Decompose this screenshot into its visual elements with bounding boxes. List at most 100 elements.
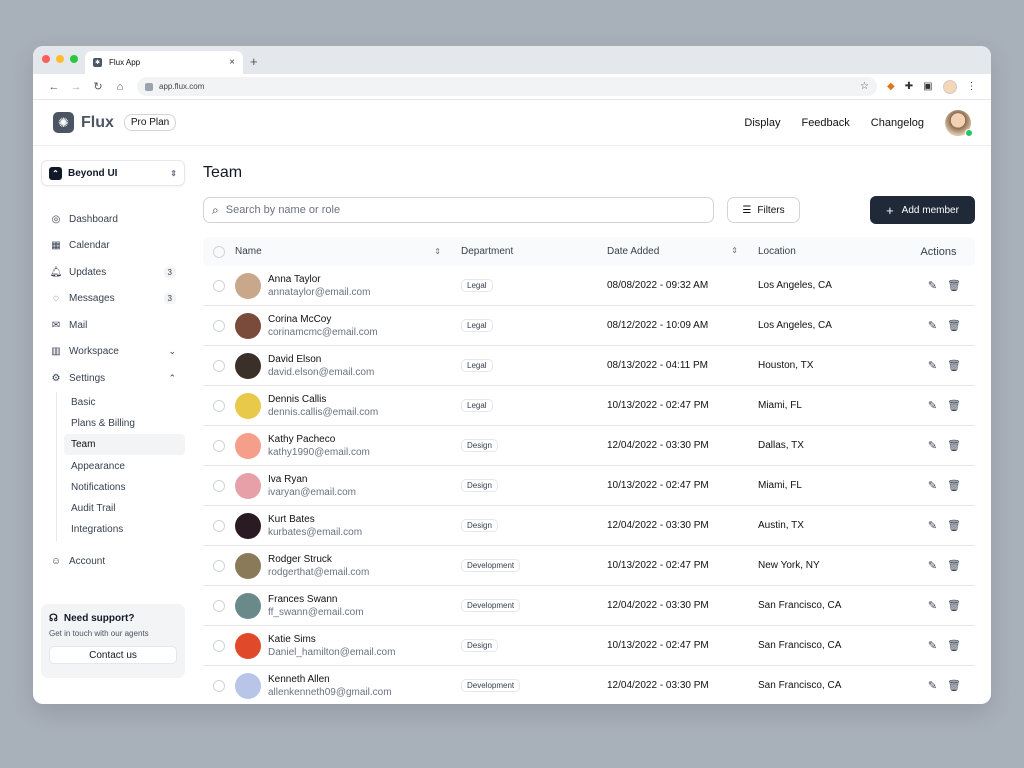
row-checkbox[interactable] <box>213 559 225 572</box>
edit-pencil-icon[interactable]: ✎ <box>928 599 937 612</box>
sidebar-item-mail[interactable]: ✉ Mail <box>41 312 185 339</box>
browser-tab[interactable]: ✱ Flux App × <box>85 51 243 74</box>
column-header-date-added[interactable]: Date Added <box>607 246 659 257</box>
sidepanel-icon[interactable]: ▣ <box>923 81 932 92</box>
delete-trash-icon[interactable]: 🗑︎ <box>947 599 961 612</box>
address-bar[interactable]: app.flux.com ☆ <box>137 77 877 96</box>
column-header-department: Department <box>461 246 514 257</box>
sidebar-item-calendar[interactable]: ▦ Calendar <box>41 233 185 260</box>
table-row[interactable]: Rodger Struck rodgerthat@email.com Devel… <box>203 546 975 586</box>
tab-close-icon[interactable]: × <box>229 57 235 68</box>
delete-trash-icon[interactable]: 🗑︎ <box>947 399 961 412</box>
close-window-button[interactable] <box>42 55 50 63</box>
puzzle-extension-icon[interactable]: ✚ <box>905 81 913 92</box>
edit-pencil-icon[interactable]: ✎ <box>928 399 937 412</box>
date-added: 10/13/2022 - 02:47 PM <box>607 640 709 651</box>
edit-pencil-icon[interactable]: ✎ <box>928 519 937 532</box>
site-info-icon[interactable] <box>145 82 153 91</box>
contact-us-button[interactable]: Contact us <box>49 646 177 664</box>
table-row[interactable]: Kenneth Allen allenkenneth09@gmail.com D… <box>203 666 975 704</box>
nav-feedback[interactable]: Feedback <box>801 117 849 129</box>
back-icon[interactable]: ← <box>43 81 65 93</box>
row-checkbox[interactable] <box>213 639 225 652</box>
sidebar-item-dashboard[interactable]: ◎ Dashboard <box>41 206 185 233</box>
filters-button[interactable]: ☰ Filters <box>727 197 800 223</box>
table-row[interactable]: David Elson david.elson@email.com Legal … <box>203 346 975 386</box>
edit-pencil-icon[interactable]: ✎ <box>928 479 937 492</box>
delete-trash-icon[interactable]: 🗑︎ <box>947 679 961 692</box>
sort-icon[interactable]: ⇕ <box>434 247 441 256</box>
avatar <box>235 392 261 419</box>
nav-display[interactable]: Display <box>744 117 780 129</box>
row-checkbox[interactable] <box>213 439 225 452</box>
fox-extension-icon[interactable]: ◆ <box>887 81 895 92</box>
sidebar-item-messages[interactable]: ◌ Messages 3 <box>41 286 185 313</box>
minimize-window-button[interactable] <box>56 55 64 63</box>
table-row[interactable]: Katie Sims Daniel_hamilton@email.com Des… <box>203 626 975 666</box>
browser-tabbar: ✱ Flux App × + <box>33 46 991 74</box>
more-menu-icon[interactable]: ⋮ <box>967 81 977 92</box>
table-row[interactable]: Iva Ryan ivaryan@email.com Design 10/13/… <box>203 466 975 506</box>
sort-icon[interactable]: ⇕ <box>731 246 738 257</box>
user-avatar[interactable] <box>945 109 973 137</box>
delete-trash-icon[interactable]: 🗑︎ <box>947 639 961 652</box>
profile-avatar-icon[interactable] <box>942 79 957 94</box>
date-added: 12/04/2022 - 03:30 PM <box>607 600 709 611</box>
forward-icon[interactable]: → <box>65 81 87 93</box>
add-member-button[interactable]: + Add member <box>870 196 975 224</box>
table-row[interactable]: Dennis Callis dennis.callis@email.com Le… <box>203 386 975 426</box>
table-row[interactable]: Anna Taylor annataylor@email.com Legal 0… <box>203 266 975 306</box>
delete-trash-icon[interactable]: 🗑︎ <box>947 559 961 572</box>
edit-pencil-icon[interactable]: ✎ <box>928 639 937 652</box>
sub-item-notifications[interactable]: Notifications <box>64 477 185 498</box>
sub-item-basic[interactable]: Basic <box>64 392 185 413</box>
row-checkbox[interactable] <box>213 679 225 692</box>
table-row[interactable]: Kurt Bates kurbates@email.com Design 12/… <box>203 506 975 546</box>
sidebar-item-workspace[interactable]: ▥ Workspace ⌄ <box>41 339 185 366</box>
delete-trash-icon[interactable]: 🗑︎ <box>947 279 961 292</box>
delete-trash-icon[interactable]: 🗑︎ <box>947 519 961 532</box>
row-checkbox[interactable] <box>213 479 225 492</box>
edit-pencil-icon[interactable]: ✎ <box>928 359 937 372</box>
logo-text[interactable]: Flux <box>81 114 114 132</box>
row-checkbox[interactable] <box>213 399 225 412</box>
row-checkbox[interactable] <box>213 319 225 332</box>
date-added: 12/04/2022 - 03:30 PM <box>607 680 709 691</box>
bookmark-star-icon[interactable]: ☆ <box>860 81 869 92</box>
delete-trash-icon[interactable]: 🗑︎ <box>947 439 961 452</box>
row-checkbox[interactable] <box>213 519 225 532</box>
select-all-checkbox[interactable] <box>213 245 225 258</box>
column-header-name[interactable]: Name <box>235 246 262 257</box>
delete-trash-icon[interactable]: 🗑︎ <box>947 479 961 492</box>
sub-item-team[interactable]: Team <box>64 434 185 456</box>
table-row[interactable]: Frances Swann ff_swann@email.com Develop… <box>203 586 975 626</box>
sidebar-item-account[interactable]: ☺ Account <box>41 549 185 576</box>
sub-item-integrations[interactable]: Integrations <box>64 519 185 540</box>
maximize-window-button[interactable] <box>70 55 78 63</box>
flux-logo-icon[interactable]: ✺ <box>53 112 74 133</box>
edit-pencil-icon[interactable]: ✎ <box>928 679 937 692</box>
sub-item-appearance[interactable]: Appearance <box>64 455 185 476</box>
table-row[interactable]: Kathy Pacheco kathy1990@email.com Design… <box>203 426 975 466</box>
sub-item-plans-billing[interactable]: Plans & Billing <box>64 413 185 434</box>
sidebar-item-settings[interactable]: ⚙ Settings ⌃ <box>41 365 185 392</box>
home-icon[interactable]: ⌂ <box>109 81 131 93</box>
search-input[interactable]: ⌕ Search by name or role <box>203 197 714 223</box>
edit-pencil-icon[interactable]: ✎ <box>928 559 937 572</box>
nav-changelog[interactable]: Changelog <box>871 117 924 129</box>
new-tab-button[interactable]: + <box>250 54 258 69</box>
delete-trash-icon[interactable]: 🗑︎ <box>947 319 961 332</box>
edit-pencil-icon[interactable]: ✎ <box>928 439 937 452</box>
delete-trash-icon[interactable]: 🗑︎ <box>947 359 961 372</box>
edit-pencil-icon[interactable]: ✎ <box>928 319 937 332</box>
workspace-switcher[interactable]: ⌃ Beyond UI ⇕ <box>41 160 185 186</box>
table-row[interactable]: Corina McCoy corinamcmc@email.com Legal … <box>203 306 975 346</box>
row-checkbox[interactable] <box>213 599 225 612</box>
row-checkbox[interactable] <box>213 279 225 292</box>
sidebar-item-updates[interactable]: 🔔︎ Updates 3 <box>41 259 185 286</box>
row-checkbox[interactable] <box>213 359 225 372</box>
reload-icon[interactable]: ↻ <box>87 80 109 93</box>
edit-pencil-icon[interactable]: ✎ <box>928 279 937 292</box>
sub-item-audit-trail[interactable]: Audit Trail <box>64 498 185 519</box>
workspace-name: Beyond UI <box>68 167 118 179</box>
